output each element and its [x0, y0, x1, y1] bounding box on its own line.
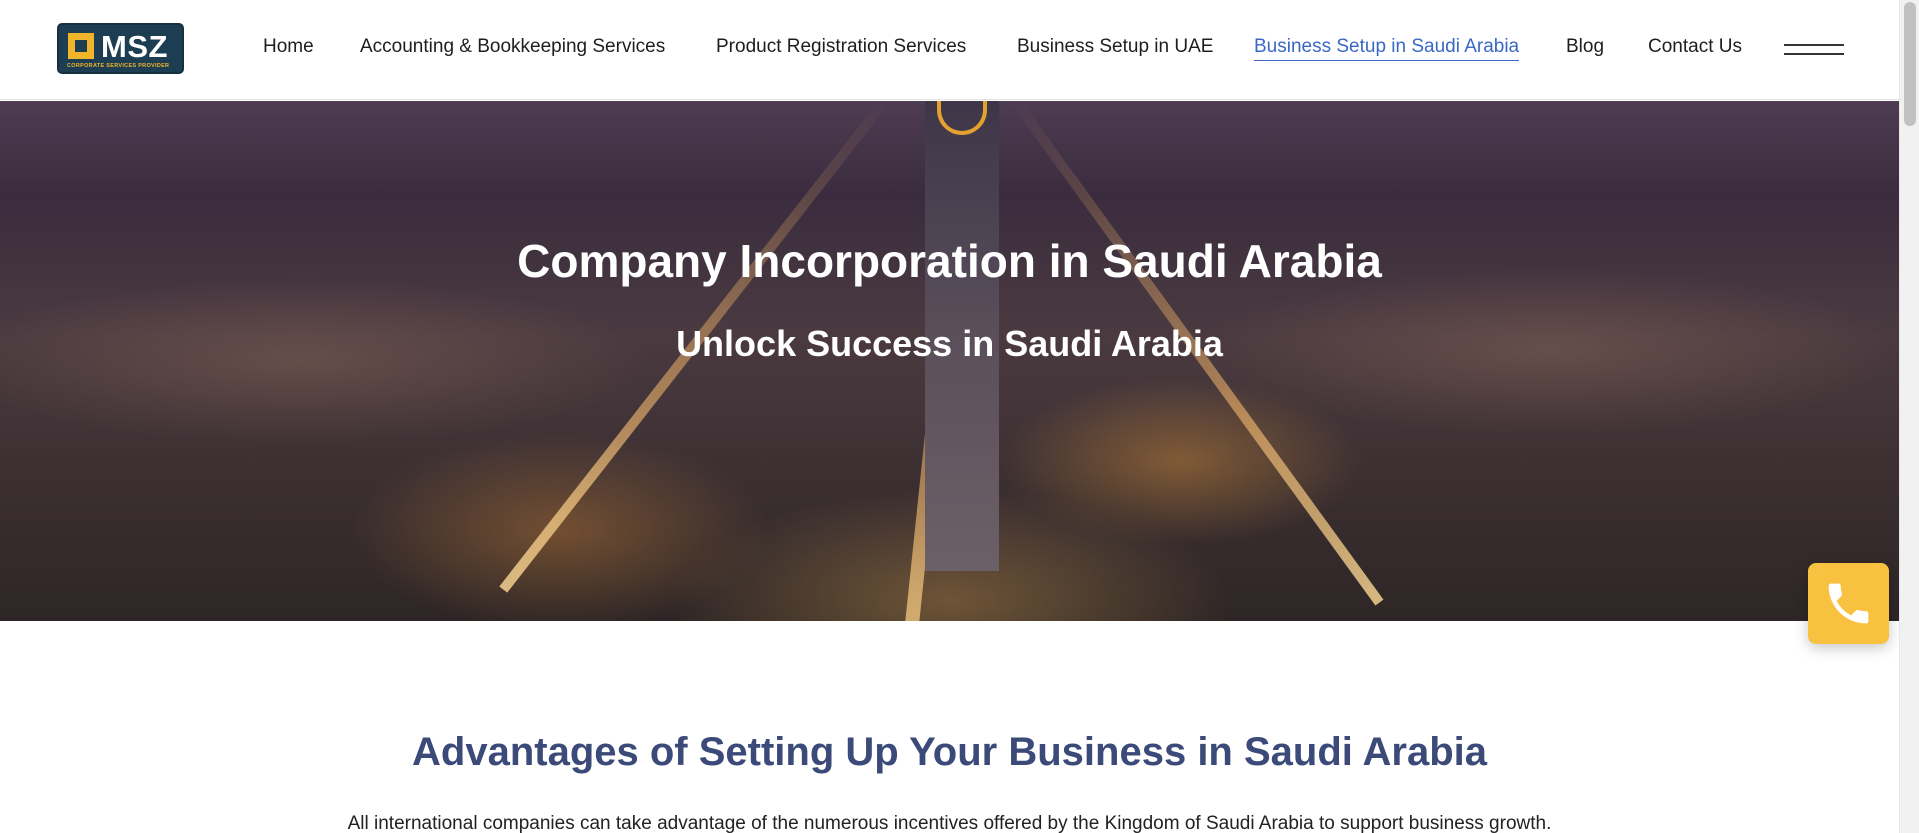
nav-item-contact-us[interactable]: Contact Us	[1648, 36, 1742, 58]
hero-subtitle: Unlock Success in Saudi Arabia	[676, 323, 1223, 364]
logo-text: MSZ	[101, 29, 168, 64]
nav-item-business-setup-uae[interactable]: Business Setup in UAE	[1017, 36, 1213, 58]
section-intro-text: All international companies can take adv…	[347, 813, 1552, 833]
page-scrollbar[interactable]	[1899, 0, 1919, 833]
phone-icon	[1828, 583, 1869, 624]
nav-item-blog[interactable]: Blog	[1566, 36, 1604, 58]
section-heading: Advantages of Setting Up Your Business i…	[412, 730, 1487, 774]
site-header: MSZ CORPORATE SERVICES PROVIDER Home Acc…	[0, 0, 1899, 100]
nav-item-business-setup-saudi[interactable]: Business Setup in Saudi Arabia	[1254, 36, 1520, 61]
scrollbar-thumb[interactable]	[1904, 2, 1916, 126]
logo-subtext: CORPORATE SERVICES PROVIDER	[67, 63, 170, 69]
logo[interactable]: MSZ CORPORATE SERVICES PROVIDER	[57, 23, 184, 74]
call-button[interactable]	[1808, 563, 1889, 644]
logo-mark-icon	[68, 33, 94, 59]
hero-title: Company Incorporation in Saudi Arabia	[517, 235, 1382, 287]
nav-item-accounting[interactable]: Accounting & Bookkeeping Services	[360, 36, 665, 58]
nav-item-product-registration[interactable]: Product Registration Services	[716, 36, 966, 58]
hamburger-menu-icon[interactable]	[1784, 41, 1844, 57]
nav-item-home[interactable]: Home	[263, 36, 314, 58]
hero-banner: Company Incorporation in Saudi Arabia Un…	[0, 101, 1899, 621]
